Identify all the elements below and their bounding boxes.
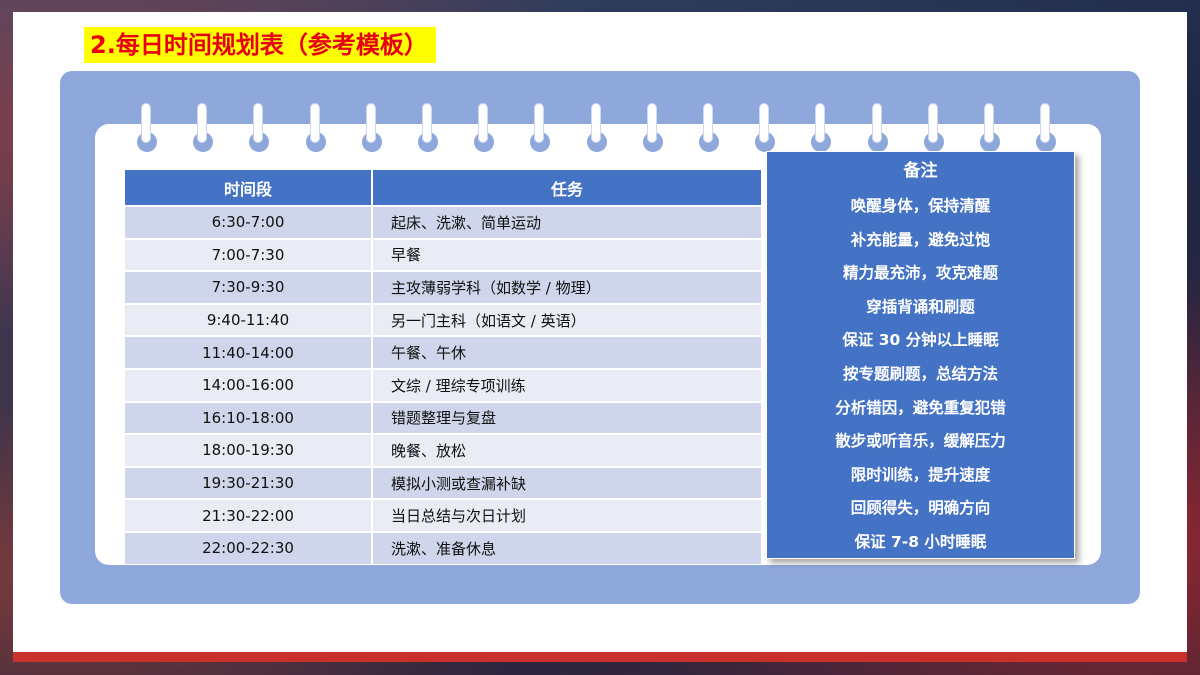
binder-ring-icon [586,104,607,154]
task-cell: 当日总结与次日计划 [372,498,763,532]
note-item: 补充能量，避免过饱 [850,230,991,249]
task-cell: 错题整理与复盘 [372,400,763,435]
table-row: 16:10-18:00 错题整理与复盘 [125,400,763,435]
task-cell: 模拟小测或查漏补缺 [372,465,763,500]
note-item: 保证 7-8 小时睡眠 [854,532,987,551]
task-cell: 午餐、午休 [372,335,763,369]
note-item: 回顾得失，明确方向 [850,499,991,518]
note-item: 限时训练，提升速度 [850,465,991,484]
table-row: 22:00-22:30 洗漱、准备休息 [125,530,763,564]
time-cell: 7:30-9:30 [125,270,373,304]
notes-box: 备注 唤醒身体，保持清醒 补充能量，避免过饱 精力最充沛，攻克难题 穿插背诵和刷… [766,151,1075,559]
note-item: 穿插背诵和刷题 [866,297,975,316]
table-row: 9:40-11:40 另一门主科（如语文 / 英语） [125,302,763,337]
binder-ring-icon [811,104,832,154]
table-row: 6:30-7:00 起床、洗漱、简单运动 [125,205,763,239]
time-cell: 16:10-18:00 [125,400,373,435]
time-cell: 18:00-19:30 [125,433,373,467]
binder-ring-icon [755,104,776,154]
time-cell: 7:00-7:30 [125,237,373,272]
table-header-row: 时间段 任务 [125,170,763,206]
header-task: 任务 [372,170,763,206]
header-time: 时间段 [125,170,373,206]
binder-ring-icon [474,104,495,154]
time-cell: 6:30-7:00 [125,205,373,239]
table-row: 18:00-19:30 晚餐、放松 [125,433,763,467]
time-cell: 14:00-16:00 [125,367,373,402]
page-title: 2.每日时间规划表（参考模板） [84,27,436,63]
task-cell: 另一门主科（如语文 / 英语） [372,302,763,337]
task-cell: 洗漱、准备休息 [372,530,763,564]
binder-ring-icon [193,104,214,154]
time-cell: 9:40-11:40 [125,302,373,337]
binder-ring-icon [923,104,944,154]
task-cell: 起床、洗漱、简单运动 [372,205,763,239]
schedule-table: 时间段 任务 6:30-7:00 起床、洗漱、简单运动 7:00-7:30 早餐 7… [125,170,763,564]
table-row: 19:30-21:30 模拟小测或查漏补缺 [125,465,763,500]
time-cell: 21:30-22:00 [125,498,373,532]
table-row: 7:00-7:30 早餐 [125,237,763,272]
binder-ring-icon [305,104,326,154]
binder-ring-icon [980,104,1000,154]
time-cell: 19:30-21:30 [125,465,373,500]
note-item: 唤醒身体，保持清醒 [850,197,991,215]
binder-ring-icon [1036,104,1057,154]
notes-title: 备注 [903,161,938,181]
binder-ring-icon [418,104,438,154]
task-cell: 文综 / 理综专项训练 [372,367,763,402]
table-row: 21:30-22:00 当日总结与次日计划 [125,498,763,532]
time-cell: 11:40-14:00 [125,335,373,369]
binder-ring-icon [867,104,888,154]
binder-ring-icon [249,104,270,154]
task-cell: 早餐 [372,237,763,272]
table-row: 14:00-16:00 文综 / 理综专项训练 [125,367,763,402]
bottom-accent-bar [13,652,1187,662]
note-item: 散步或听音乐，缓解压力 [835,432,1006,451]
note-item: 保证 30 分钟以上睡眠 [842,331,999,350]
binder-ring-icon [137,104,157,154]
task-cell: 晚餐、放松 [372,433,763,467]
note-item: 按专题刷题，总结方法 [842,364,998,383]
time-cell: 22:00-22:30 [125,530,373,564]
task-cell: 主攻薄弱学科（如数学 / 物理） [372,270,763,304]
binder-ring-icon [642,104,663,154]
table-row: 11:40-14:00 午餐、午休 [125,335,763,369]
table-row: 7:30-9:30 主攻薄弱学科（如数学 / 物理） [125,270,763,304]
binder-ring-icon [699,104,719,154]
note-item: 分析错因，避免重复犯错 [835,398,1006,417]
binder-ring-icon [361,104,382,154]
binder-ring-icon [530,104,551,154]
note-item: 精力最充沛，攻克难题 [842,264,998,283]
